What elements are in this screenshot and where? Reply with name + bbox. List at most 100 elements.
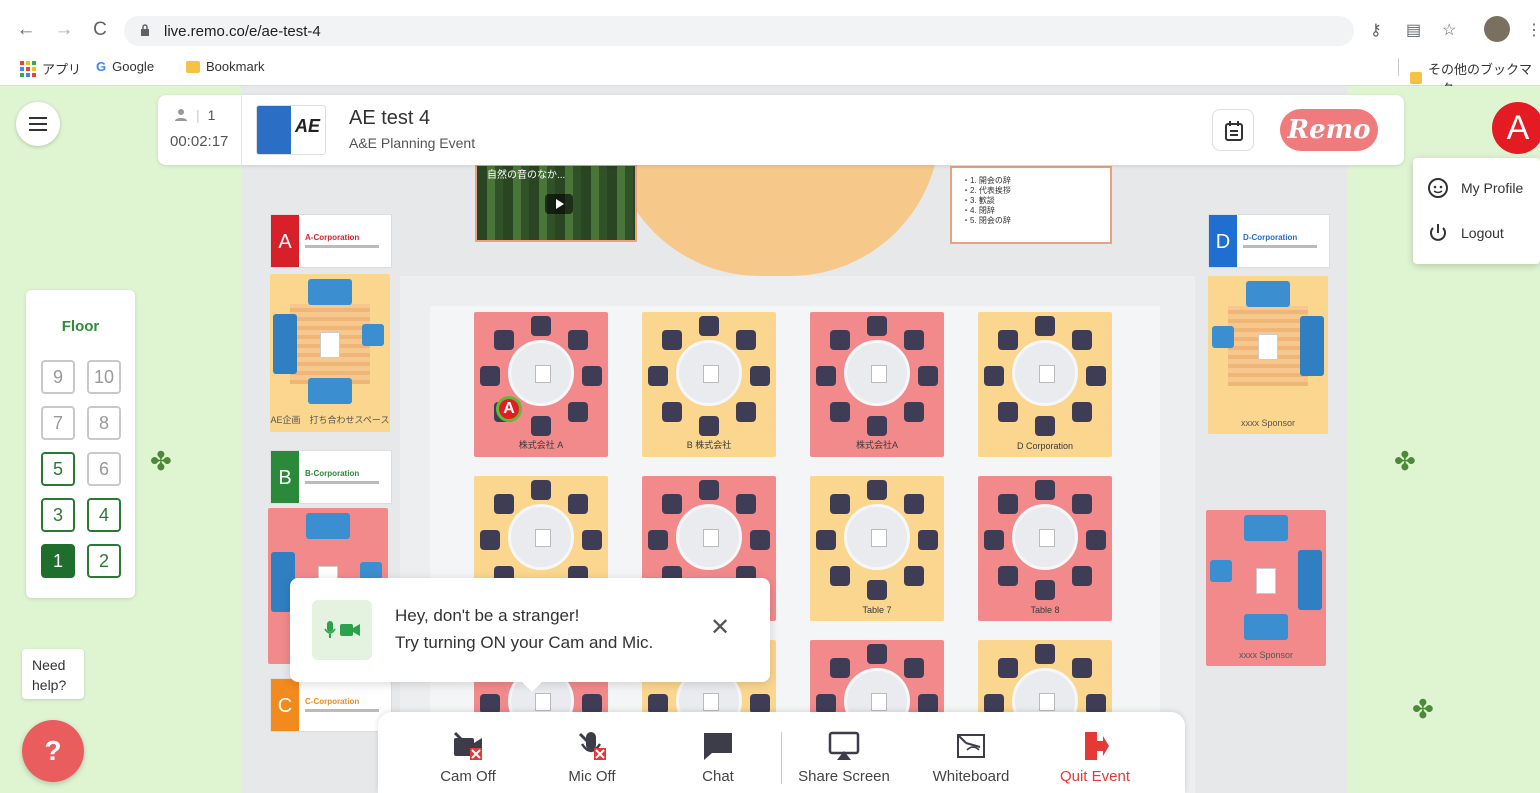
sponsor-card-c[interactable]: C C-Corporation: [270, 678, 392, 732]
cam-off-button[interactable]: Cam Off: [418, 712, 518, 793]
table-seat[interactable]: [998, 330, 1018, 350]
table-seat[interactable]: [1072, 658, 1092, 678]
table-seat[interactable]: [918, 694, 938, 714]
floor-button[interactable]: 4: [87, 498, 121, 532]
calendar-button[interactable]: [1212, 109, 1254, 151]
table-seat[interactable]: [582, 530, 602, 550]
table-seat[interactable]: [582, 694, 602, 714]
table-seat[interactable]: [816, 530, 836, 550]
table-seat[interactable]: [816, 694, 836, 714]
table-seat[interactable]: [904, 330, 924, 350]
translate-icon[interactable]: ▤: [1406, 20, 1421, 40]
menu-item-my-profile[interactable]: My Profile: [1413, 168, 1540, 208]
booth-meeting-space[interactable]: AE企画 打ち合わせスペース: [270, 274, 390, 432]
table-seat[interactable]: [1086, 366, 1106, 386]
chat-button[interactable]: Chat: [668, 712, 768, 793]
address-bar[interactable]: live.remo.co/e/ae-test-4: [124, 16, 1354, 46]
table-seat[interactable]: [904, 566, 924, 586]
table-tile[interactable]: B 株式会社: [642, 312, 776, 457]
back-arrow-icon[interactable]: ←: [14, 18, 38, 42]
user-avatar[interactable]: A: [1492, 102, 1540, 154]
table-seat[interactable]: [750, 530, 770, 550]
table-seat[interactable]: [998, 566, 1018, 586]
table-seat[interactable]: [918, 366, 938, 386]
table-seat[interactable]: [480, 366, 500, 386]
bookmark-apps[interactable]: アプリ: [20, 59, 81, 78]
table-seat[interactable]: [699, 316, 719, 336]
table-seat[interactable]: [736, 494, 756, 514]
table-seat[interactable]: [480, 530, 500, 550]
whiteboard-button[interactable]: Whiteboard: [916, 712, 1026, 793]
table-seat[interactable]: [867, 316, 887, 336]
table-seat[interactable]: [918, 530, 938, 550]
browser-profile-avatar[interactable]: [1484, 16, 1510, 42]
table-seat[interactable]: [750, 694, 770, 714]
table-seat[interactable]: [480, 694, 500, 714]
table-seat[interactable]: [662, 402, 682, 422]
table-seat[interactable]: [494, 494, 514, 514]
floor-button[interactable]: 3: [41, 498, 75, 532]
booth-sponsor-top[interactable]: xxxx Sponsor: [1208, 276, 1328, 434]
table-seat[interactable]: [1035, 316, 1055, 336]
bookmark-bookmark[interactable]: Bookmark: [186, 59, 265, 74]
table-seat[interactable]: [984, 530, 1004, 550]
table-seat[interactable]: [531, 480, 551, 500]
table-seat[interactable]: [1072, 566, 1092, 586]
table-seat[interactable]: [830, 402, 850, 422]
table-seat[interactable]: [984, 366, 1004, 386]
table-seat[interactable]: [904, 402, 924, 422]
table-seat[interactable]: [568, 494, 588, 514]
table-tile[interactable]: 株式会社A: [810, 312, 944, 457]
table-seat[interactable]: [816, 366, 836, 386]
table-seat[interactable]: [830, 658, 850, 678]
table-seat[interactable]: [1035, 580, 1055, 600]
table-seat[interactable]: [998, 402, 1018, 422]
table-seat[interactable]: [1072, 494, 1092, 514]
table-seat[interactable]: [568, 330, 588, 350]
table-seat[interactable]: [867, 416, 887, 436]
table-seat[interactable]: [531, 416, 551, 436]
table-seat[interactable]: [1035, 644, 1055, 664]
reload-icon[interactable]: C: [88, 18, 112, 42]
table-seat[interactable]: [699, 416, 719, 436]
table-tile[interactable]: 株式会社 A: [474, 312, 608, 457]
table-seat[interactable]: [904, 658, 924, 678]
table-seat[interactable]: [1035, 480, 1055, 500]
forward-arrow-icon[interactable]: →: [52, 18, 76, 42]
table-seat[interactable]: [867, 480, 887, 500]
close-icon[interactable]: ✕: [708, 616, 732, 640]
table-seat[interactable]: [998, 494, 1018, 514]
mic-off-button[interactable]: Mic Off: [542, 712, 642, 793]
table-seat[interactable]: [582, 366, 602, 386]
seated-avatar[interactable]: A: [496, 396, 522, 422]
floor-button[interactable]: 1: [41, 544, 75, 578]
table-seat[interactable]: [648, 694, 668, 714]
floor-button[interactable]: 5: [41, 452, 75, 486]
table-seat[interactable]: [699, 480, 719, 500]
menu-item-logout[interactable]: Logout: [1413, 213, 1540, 253]
table-seat[interactable]: [1035, 416, 1055, 436]
table-seat[interactable]: [531, 316, 551, 336]
table-seat[interactable]: [998, 658, 1018, 678]
table-seat[interactable]: [1086, 530, 1106, 550]
table-seat[interactable]: [648, 530, 668, 550]
star-icon[interactable]: ☆: [1442, 20, 1456, 40]
table-seat[interactable]: [984, 694, 1004, 714]
table-seat[interactable]: [494, 330, 514, 350]
table-seat[interactable]: [648, 366, 668, 386]
table-seat[interactable]: [736, 330, 756, 350]
play-icon[interactable]: [545, 194, 573, 214]
help-button[interactable]: ?: [22, 720, 84, 782]
menu-button[interactable]: [16, 102, 60, 146]
share-screen-button[interactable]: Share Screen: [786, 712, 902, 793]
table-tile[interactable]: D Corporation: [978, 312, 1112, 457]
table-seat[interactable]: [662, 494, 682, 514]
table-tile[interactable]: Table 7: [810, 476, 944, 621]
sponsor-card-a[interactable]: A A-Corporation: [270, 214, 392, 268]
table-seat[interactable]: [867, 644, 887, 664]
table-seat[interactable]: [662, 330, 682, 350]
table-seat[interactable]: [568, 402, 588, 422]
key-icon[interactable]: ⚷: [1370, 20, 1382, 40]
booth-sponsor-bottom[interactable]: xxxx Sponsor: [1206, 510, 1326, 666]
quit-event-button[interactable]: Quit Event: [1040, 712, 1150, 793]
